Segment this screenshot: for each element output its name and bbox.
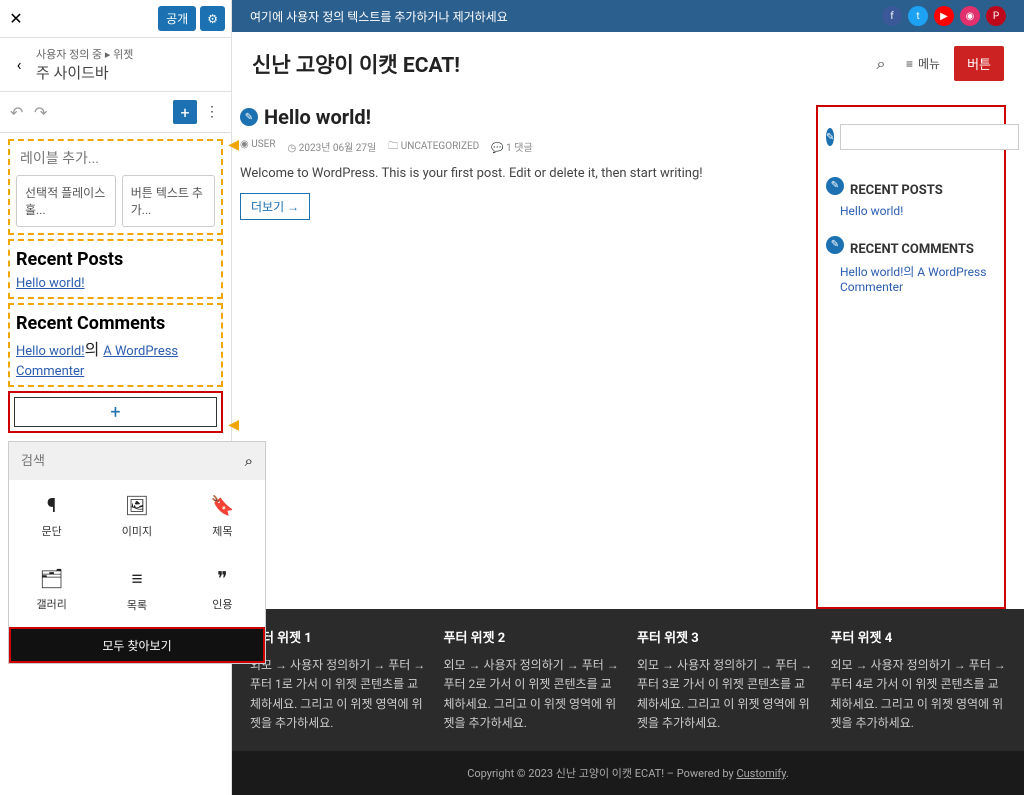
block-quote[interactable]: ❞ 인용 [180, 553, 265, 627]
header-button[interactable]: 버튼 [954, 46, 1004, 81]
search-widget-block[interactable]: 선택적 플레이스홀... 버튼 텍스트 추가... [8, 139, 223, 235]
sidebar-recent-post-link[interactable]: Hello world! [840, 204, 996, 218]
meta-comments[interactable]: 💬 1 댓글 [491, 139, 532, 156]
redo-button[interactable]: ↷ [34, 103, 52, 121]
hamburger-icon: ≡ [906, 57, 913, 71]
instagram-icon[interactable]: ◉ [960, 6, 980, 26]
footer-col-3: 푸터 위젯 3 외모 → 사용자 정의하기 → 푸터 → 푸터 3로 가서 이 위… [637, 627, 813, 733]
image-icon: 🖼 [125, 494, 149, 517]
footer-text: 외모 → 사용자 정의하기 → 푸터 → 푸터 1로 가서 이 위젯 콘텐츠를 … [250, 656, 426, 733]
meta-date: ◷ 2023년 06월 27일 [288, 139, 377, 156]
more-options-button[interactable]: ⋮ [203, 101, 221, 123]
footer-col-2: 푸터 위젯 2 외모 → 사용자 정의하기 → 푸터 → 푸터 2로 가서 이 위… [444, 627, 620, 733]
block-gallery[interactable]: 🗂 갤러리 [9, 553, 94, 627]
widget-title: Recent Posts [16, 249, 215, 270]
search-icon: ⌕ [245, 452, 253, 470]
heading-icon: 🔖 [210, 494, 234, 517]
footer-text: 외모 → 사용자 정의하기 → 푸터 → 푸터 4로 가서 이 위젯 콘텐츠를 … [831, 656, 1007, 733]
block-inserter: ⌕ ¶ 문단 🖼 이미지 🔖 제목 🗂 갤러리 ≡ 목록 ❞ 인용 모두 찾아보기 [8, 441, 266, 664]
settings-button[interactable]: ⚙ [200, 6, 225, 31]
recent-comments-widget[interactable]: Recent Comments Hello world!의 A WordPres… [8, 303, 223, 387]
block-label: 이미지 [122, 523, 152, 539]
footer-title: 푸터 위젯 2 [444, 627, 620, 646]
footer-text: 외모 → 사용자 정의하기 → 푸터 → 푸터 3로 가서 이 위젯 콘텐츠를 … [637, 656, 813, 733]
sidebar-recent-posts-title: RECENT POSTS [850, 183, 943, 198]
block-paragraph[interactable]: ¶ 문단 [9, 480, 94, 553]
breadcrumb: 사용자 정의 중 ▸ 위젯 [36, 46, 133, 62]
site-title[interactable]: 신난 고양이 이캣 ECAT! [252, 49, 856, 79]
copyright: Copyright © 2023 신난 고양이 이캣 ECAT! – Power… [232, 751, 1024, 795]
back-button[interactable]: ‹ [10, 55, 28, 74]
paragraph-icon: ¶ [47, 494, 56, 517]
undo-button[interactable]: ↶ [10, 103, 28, 121]
add-widget-button[interactable]: + [14, 397, 217, 427]
edit-icon[interactable]: ✎ [826, 177, 844, 195]
facebook-icon[interactable]: f [882, 6, 902, 26]
publish-button[interactable]: 공개 [158, 6, 196, 31]
browse-all-button[interactable]: 모두 찾아보기 [9, 627, 265, 663]
recent-comment-of: 의 [85, 340, 104, 359]
edit-icon[interactable]: ✎ [826, 236, 844, 254]
block-search-input[interactable] [21, 454, 245, 469]
recent-comment-post-link[interactable]: Hello world! [16, 344, 85, 359]
block-label: 갤러리 [36, 596, 66, 612]
edit-icon[interactable]: ✎ [240, 108, 258, 126]
sidebar-recent-comment-link[interactable]: Hello world!의 A WordPress Commenter [840, 263, 996, 294]
footer-text: 외모 → 사용자 정의하기 → 푸터 → 푸터 2로 가서 이 위젯 콘텐츠를 … [444, 656, 620, 733]
pinterest-icon[interactable]: P [986, 6, 1006, 26]
post-title[interactable]: Hello world! [264, 105, 371, 129]
sidebar-search-input[interactable] [840, 124, 1019, 150]
customify-link[interactable]: Customify [736, 767, 785, 780]
gallery-icon: 🗂 [40, 567, 64, 590]
block-label: 목록 [127, 597, 147, 613]
add-widget-highlight: + [8, 391, 223, 433]
recent-post-link[interactable]: Hello world! [16, 276, 85, 291]
annotation-arrow-icon: ◀ [228, 137, 239, 153]
placeholder-chip[interactable]: 선택적 플레이스홀... [16, 175, 116, 227]
block-image[interactable]: 🖼 이미지 [94, 480, 179, 553]
footer-title: 푸터 위젯 3 [637, 627, 813, 646]
footer-col-1: 푸터 위젯 1 외모 → 사용자 정의하기 → 푸터 → 푸터 1로 가서 이 위… [250, 627, 426, 733]
sidebar-highlight: ✎ 검색 ✎ RECENT POSTS Hello world! ✎ RECEN… [816, 105, 1006, 609]
post-excerpt: Welcome to WordPress. This is your first… [240, 166, 806, 181]
read-more-button[interactable]: 더보기 → [240, 193, 310, 220]
close-customizer-button[interactable]: ✕ [6, 9, 26, 29]
add-block-button[interactable]: + [173, 100, 197, 124]
footer-title: 푸터 위젯 4 [831, 627, 1007, 646]
widget-title: Recent Comments [16, 313, 215, 334]
quote-icon: ❞ [217, 567, 227, 590]
menu-toggle[interactable]: ≡메뉴 [906, 55, 940, 72]
sidebar-recent-comments-title: RECENT COMMENTS [850, 242, 974, 257]
search-icon[interactable]: ⌕ [870, 53, 892, 75]
youtube-icon[interactable]: ▶ [934, 6, 954, 26]
footer-col-4: 푸터 위젯 4 외모 → 사용자 정의하기 → 푸터 → 푸터 4로 가서 이 위… [831, 627, 1007, 733]
recent-posts-widget[interactable]: Recent Posts Hello world! [8, 239, 223, 299]
meta-category[interactable]: 🗀 UNCATEGORIZED [388, 139, 479, 156]
footer-title: 푸터 위젯 1 [250, 627, 426, 646]
edit-icon[interactable]: ✎ [826, 128, 834, 146]
label-input[interactable] [16, 147, 215, 171]
meta-author: ◉ USER [240, 139, 276, 156]
block-label: 문단 [42, 523, 62, 539]
button-text-chip[interactable]: 버튼 텍스트 추가... [122, 175, 215, 227]
annotation-arrow-icon: ◀ [228, 417, 239, 433]
block-heading[interactable]: 🔖 제목 [180, 480, 265, 553]
site-preview: 여기에 사용자 정의 텍스트를 추가하거나 제거하세요 f t ▶ ◉ P 신난… [232, 0, 1024, 795]
announcement-text: 여기에 사용자 정의 텍스트를 추가하거나 제거하세요 [250, 8, 508, 25]
block-label: 인용 [212, 596, 232, 612]
panel-title: 주 사이드바 [36, 62, 133, 83]
block-label: 제목 [212, 523, 232, 539]
block-list[interactable]: ≡ 목록 [94, 553, 179, 627]
list-icon: ≡ [131, 567, 142, 591]
twitter-icon[interactable]: t [908, 6, 928, 26]
